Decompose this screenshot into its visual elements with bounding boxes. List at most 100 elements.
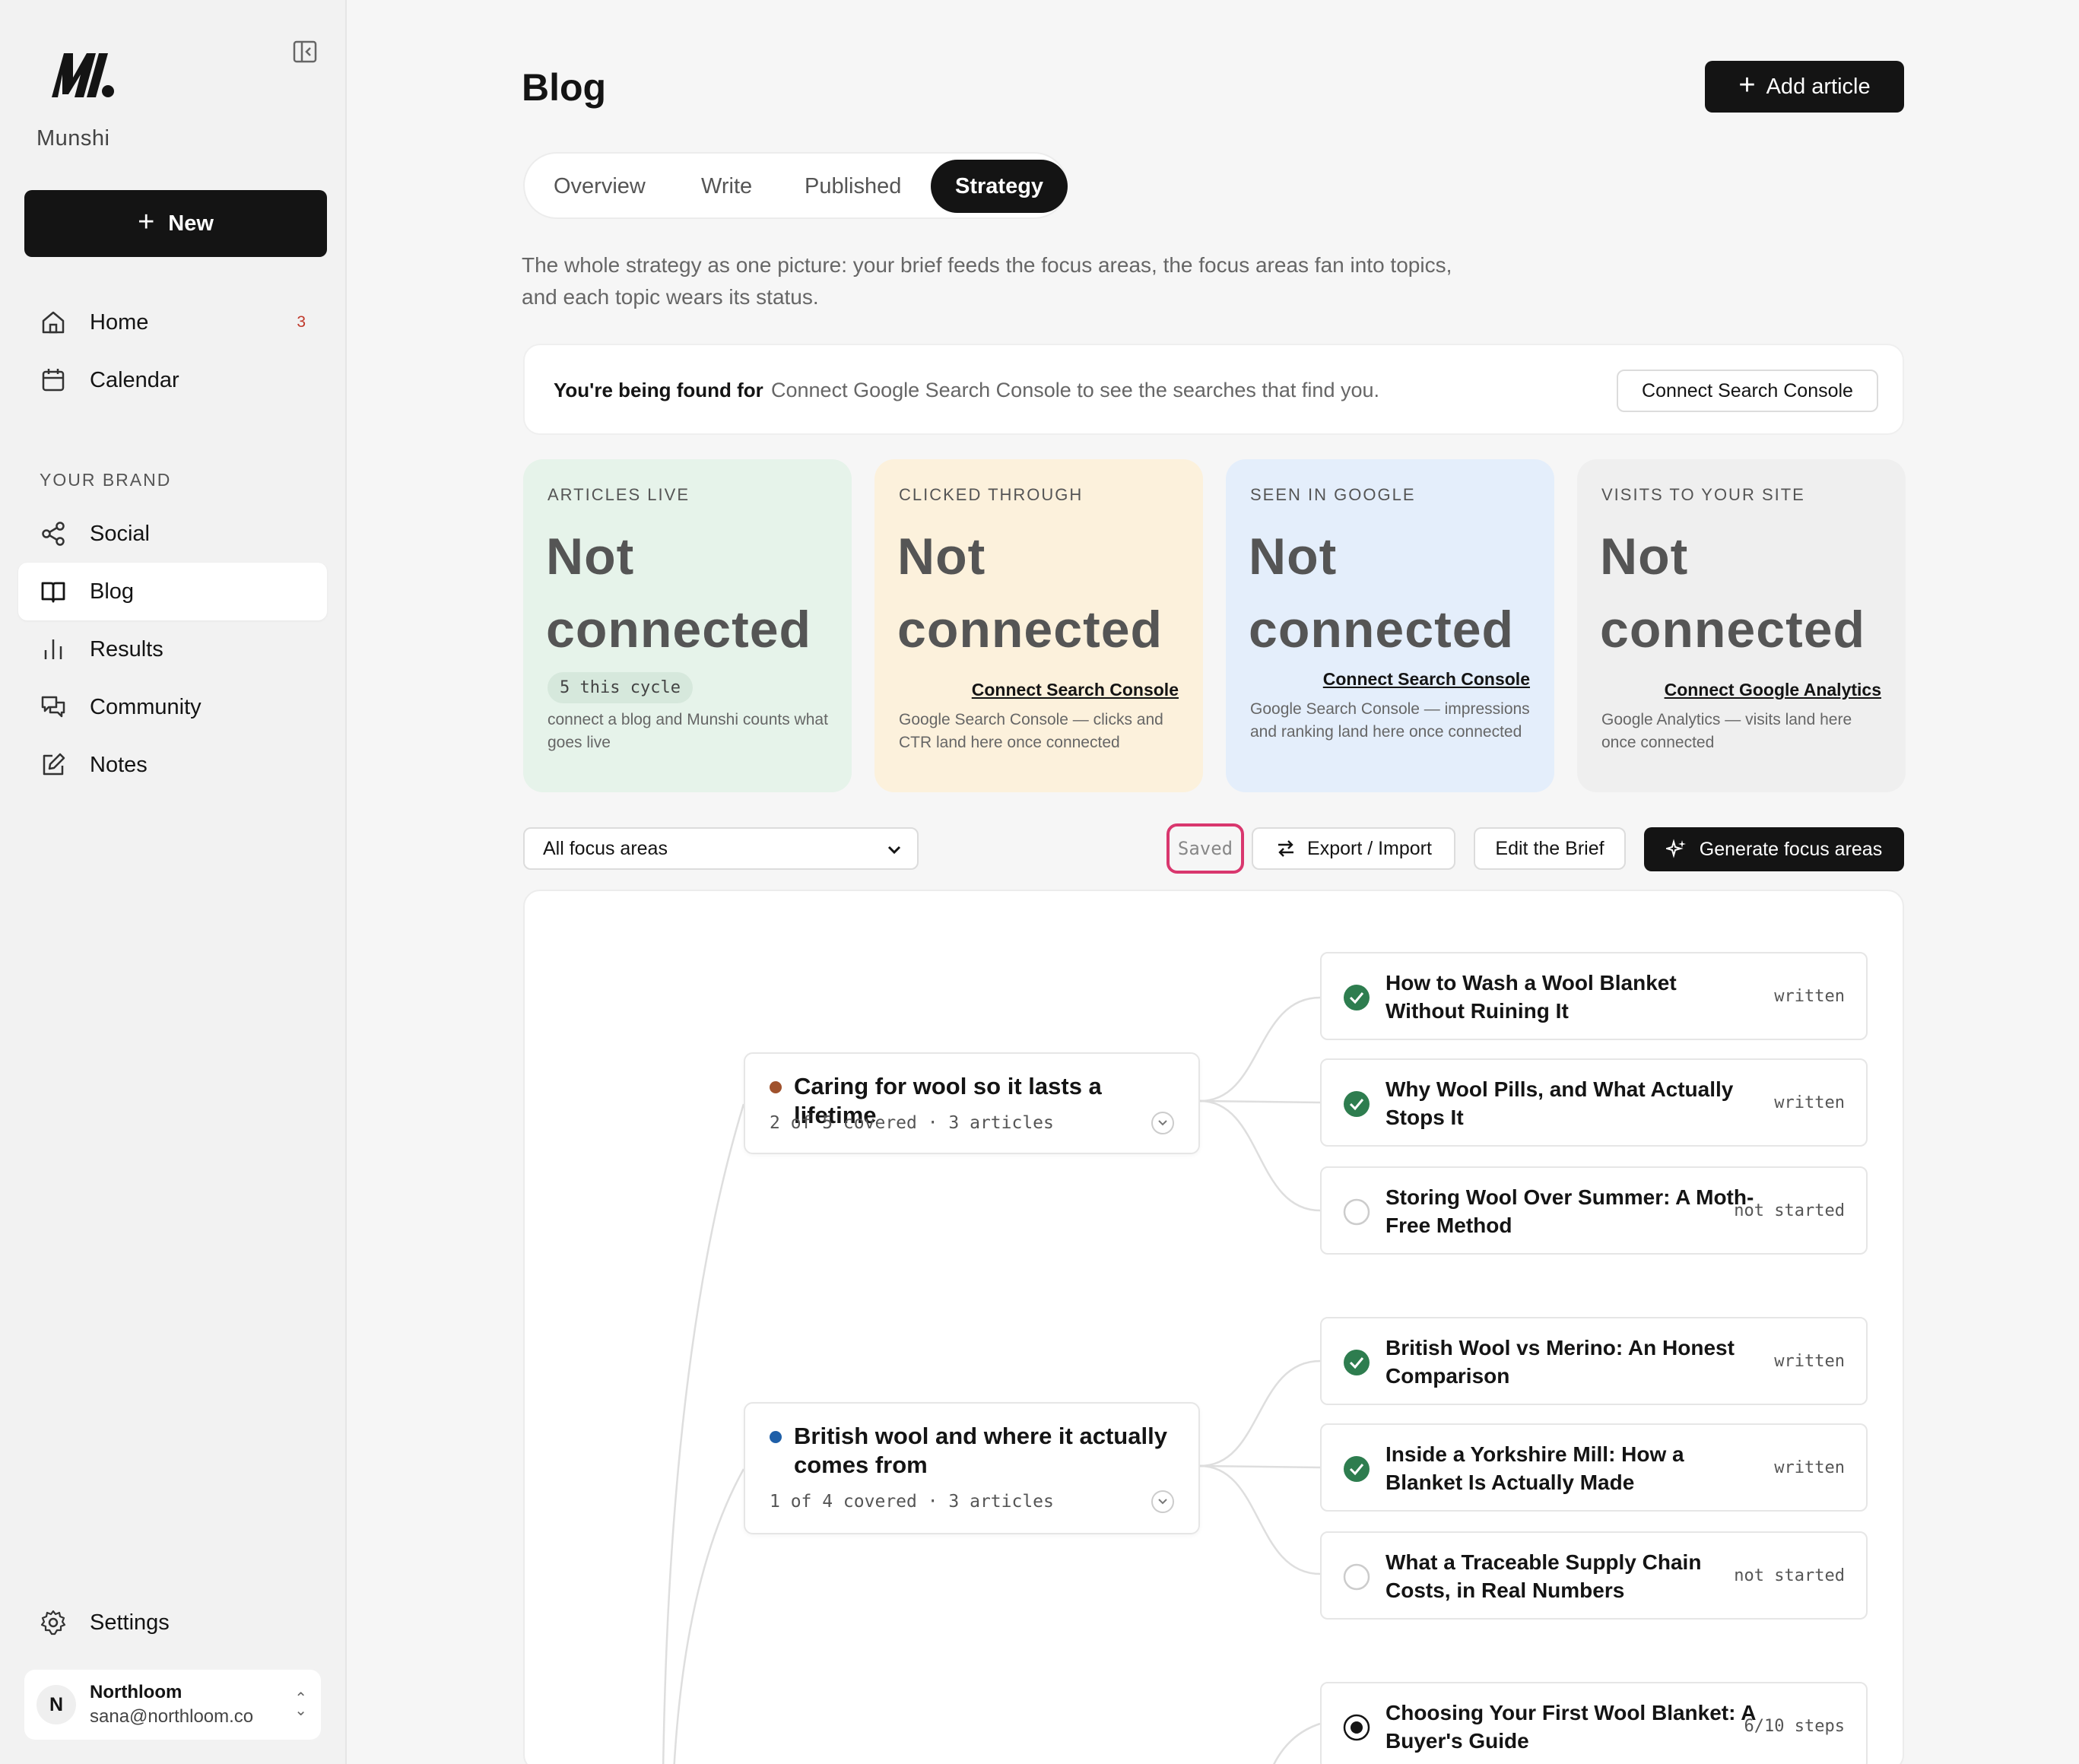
focus-area-select[interactable]: All focus areas bbox=[523, 827, 919, 870]
stat-label: CLICKED THROUGH bbox=[899, 485, 1084, 504]
edit-note-icon bbox=[40, 751, 67, 779]
focus-area-title: British wool and where it actually comes… bbox=[794, 1423, 1167, 1478]
strategy-map[interactable]: Caring for wool so it lasts a lifetime 2… bbox=[523, 890, 1904, 1764]
expand-chevron-icon[interactable] bbox=[1151, 1112, 1174, 1134]
new-button[interactable]: + New bbox=[24, 190, 327, 257]
connect-google-analytics-link[interactable]: Connect Google Analytics bbox=[1665, 680, 1881, 700]
section-label: YOUR BRAND bbox=[40, 470, 172, 490]
stat-note: connect a blog and Munshi counts what go… bbox=[548, 711, 828, 751]
generate-focus-areas-button[interactable]: Generate focus areas bbox=[1644, 827, 1904, 871]
gear-icon bbox=[40, 1609, 67, 1636]
sidebar-item-label: Community bbox=[90, 694, 202, 719]
add-article-label: Add article bbox=[1766, 74, 1871, 99]
stat-value: Not connected bbox=[1600, 528, 1866, 658]
account-switcher[interactable]: N Northloom sana@northloom.co ⌃ ⌄ bbox=[24, 1670, 321, 1740]
stat-value: Not connected bbox=[1249, 528, 1515, 658]
swap-arrows-icon bbox=[1278, 840, 1294, 857]
topic-status: not started bbox=[1734, 1201, 1845, 1220]
topic-card[interactable]: British Wool vs Merino: An Honest Compar… bbox=[1320, 1317, 1868, 1405]
sidebar-item-label: Home bbox=[90, 309, 149, 335]
empty-circle-icon bbox=[1343, 1563, 1370, 1591]
connect-search-console-button[interactable]: Connect Search Console bbox=[1617, 370, 1878, 412]
sidebar-item-label: Results bbox=[90, 636, 163, 662]
sidebar-item-label: Social bbox=[90, 521, 150, 546]
tab-write[interactable]: Write bbox=[701, 160, 752, 213]
home-icon bbox=[40, 309, 67, 336]
sidebar-item-label: Calendar bbox=[90, 367, 179, 392]
sidebar-item-results[interactable]: Results bbox=[18, 620, 327, 678]
sidebar-item-blog[interactable]: Blog bbox=[18, 563, 327, 620]
chevron-down-icon bbox=[887, 846, 901, 855]
notification-count: 3 bbox=[297, 313, 306, 331]
book-icon bbox=[40, 578, 67, 605]
new-button-label: New bbox=[168, 211, 214, 236]
stat-visits: VISITS TO YOUR SITE Not connected Connect… bbox=[1577, 459, 1906, 792]
topic-title: Inside a Yorkshire Mill: How a Blanket I… bbox=[1385, 1442, 1684, 1494]
stat-note: Google Analytics — visits land here once… bbox=[1601, 711, 1852, 751]
collapse-sidebar-icon[interactable] bbox=[292, 40, 319, 64]
sidebar-item-label: Settings bbox=[90, 1610, 170, 1635]
focus-area-select-value: All focus areas bbox=[543, 837, 668, 859]
edit-brief-button[interactable]: Edit the Brief bbox=[1474, 827, 1626, 870]
connect-search-console-link[interactable]: Connect Search Console bbox=[972, 680, 1179, 700]
add-article-button[interactable]: + Add article bbox=[1705, 61, 1904, 113]
topic-title: What a Traceable Supply Chain Costs, in … bbox=[1385, 1550, 1702, 1602]
topic-status: written bbox=[1774, 987, 1845, 1006]
expand-chevron-icon[interactable] bbox=[1151, 1490, 1174, 1513]
brand-name: Munshi bbox=[37, 126, 110, 151]
stat-clicked-through: CLICKED THROUGH Not connected Connect Sea… bbox=[874, 459, 1203, 792]
topic-status: written bbox=[1774, 1093, 1845, 1112]
chevron-up-down-icon: ⌃ ⌄ bbox=[294, 1690, 307, 1719]
stat-value: Not connected bbox=[546, 528, 812, 658]
focus-area-card[interactable]: Caring for wool so it lasts a lifetime 2… bbox=[744, 1052, 1200, 1154]
check-circle-icon bbox=[1344, 1350, 1370, 1375]
focus-area-card[interactable]: British wool and where it actually comes… bbox=[744, 1402, 1200, 1534]
check-circle-icon bbox=[1344, 1456, 1370, 1482]
tab-strategy[interactable]: Strategy bbox=[931, 160, 1068, 213]
sidebar-item-social[interactable]: Social bbox=[18, 505, 327, 563]
stat-label: VISITS TO YOUR SITE bbox=[1601, 485, 1805, 504]
topic-card[interactable]: How to Wash a Wool Blanket Without Ruini… bbox=[1320, 952, 1868, 1040]
sidebar-item-notes[interactable]: Notes bbox=[18, 736, 327, 794]
sparkles-icon bbox=[1665, 839, 1686, 858]
topic-card[interactable]: Why Wool Pills, and What Actually Stops … bbox=[1320, 1058, 1868, 1147]
topic-status: written bbox=[1774, 1352, 1845, 1371]
stat-label: SEEN IN GOOGLE bbox=[1250, 485, 1416, 504]
sidebar-item-community[interactable]: Community bbox=[18, 678, 327, 736]
sidebar-item-label: Notes bbox=[90, 752, 148, 777]
check-circle-icon bbox=[1344, 1091, 1370, 1117]
sidebar: Munshi + New Home 3 Calendar YOUR BRAND … bbox=[0, 0, 347, 1764]
account-email: sana@northloom.co bbox=[90, 1706, 254, 1727]
tab-bar: Overview Write Published Strategy bbox=[523, 152, 1068, 219]
focus-color-dot bbox=[770, 1431, 782, 1443]
topic-title: British Wool vs Merino: An Honest Compar… bbox=[1385, 1336, 1735, 1388]
topic-card[interactable]: Storing Wool Over Summer: A Moth-Free Me… bbox=[1320, 1166, 1868, 1255]
stat-articles-live: ARTICLES LIVE Not connected 5 this cycle … bbox=[523, 459, 852, 792]
bar-chart-icon bbox=[40, 636, 67, 663]
sidebar-item-home[interactable]: Home 3 bbox=[18, 293, 327, 351]
export-import-button[interactable]: Export / Import bbox=[1252, 827, 1455, 870]
stat-note: Google Search Console — clicks and CTR l… bbox=[899, 711, 1163, 751]
topic-title: How to Wash a Wool Blanket Without Ruini… bbox=[1385, 971, 1677, 1023]
sidebar-item-settings[interactable]: Settings bbox=[18, 1594, 327, 1651]
found-label: You're being found for bbox=[554, 379, 763, 401]
tab-overview[interactable]: Overview bbox=[554, 160, 646, 213]
stat-seen-in-google: SEEN IN GOOGLE Not connected Connect Sear… bbox=[1226, 459, 1554, 792]
chat-bubbles-icon bbox=[40, 693, 67, 721]
topic-card[interactable]: Choosing Your First Wool Blanket: A Buye… bbox=[1320, 1682, 1868, 1764]
munshi-logo-icon[interactable] bbox=[47, 47, 116, 100]
export-import-label: Export / Import bbox=[1307, 837, 1432, 859]
topic-card[interactable]: Inside a Yorkshire Mill: How a Blanket I… bbox=[1320, 1423, 1868, 1512]
topic-card[interactable]: What a Traceable Supply Chain Costs, in … bbox=[1320, 1531, 1868, 1620]
avatar: N bbox=[37, 1685, 76, 1724]
sidebar-item-calendar[interactable]: Calendar bbox=[18, 351, 327, 409]
plus-icon: + bbox=[1738, 69, 1756, 101]
tab-published[interactable]: Published bbox=[805, 160, 901, 213]
topic-title: Why Wool Pills, and What Actually Stops … bbox=[1385, 1077, 1734, 1129]
in-progress-circle-icon bbox=[1343, 1714, 1370, 1741]
strategy-intro: The whole strategy as one picture: your … bbox=[522, 253, 1452, 309]
calendar-icon bbox=[40, 366, 67, 394]
cycle-count-pill: 5 this cycle bbox=[548, 672, 693, 703]
connect-search-console-link[interactable]: Connect Search Console bbox=[1323, 669, 1530, 690]
page-title: Blog bbox=[522, 66, 607, 109]
